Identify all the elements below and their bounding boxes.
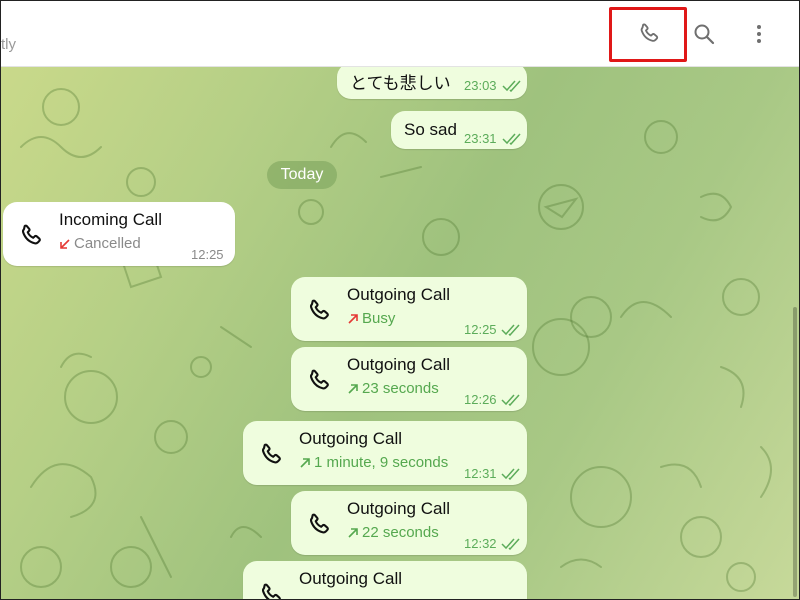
call-title: Outgoing Call: [299, 429, 403, 448]
phone-icon[interactable]: [305, 511, 333, 539]
call-status: Cancelled: [59, 235, 141, 252]
call-status-text: 1 minute, 9 seconds: [314, 454, 449, 471]
chat-window: tly とても悲しい 23:03 So sad 23:31 Today Inco…: [0, 0, 800, 600]
call-status-text: Busy: [362, 310, 396, 327]
chat-area[interactable]: とても悲しい 23:03 So sad 23:31 Today Incoming…: [1, 67, 799, 599]
phone-icon[interactable]: [257, 581, 285, 599]
call-bubble-outgoing[interactable]: Outgoing Call Busy 12:25: [291, 277, 527, 341]
phone-icon: [640, 23, 659, 42]
call-bubble-outgoing[interactable]: Outgoing Call 23 seconds 12:26: [291, 347, 527, 411]
outgoing-arrow-icon: [348, 527, 358, 538]
call-bubble-outgoing[interactable]: Outgoing Call: [243, 561, 527, 599]
search-button[interactable]: [681, 11, 727, 57]
call-status-text: 23 seconds: [362, 380, 439, 397]
message-text: So sad: [404, 120, 457, 139]
call-status-text: Cancelled: [74, 235, 141, 252]
call-button[interactable]: [626, 11, 672, 57]
call-title: Outgoing Call: [347, 355, 451, 374]
message-text: とても悲しい: [350, 74, 451, 93]
missed-arrow-icon: [60, 238, 70, 249]
date-separator: Today: [267, 161, 337, 189]
double-check-icon: [502, 80, 521, 92]
call-status: Busy: [347, 310, 395, 327]
call-bubble-outgoing[interactable]: Outgoing Call 22 seconds 12:32: [291, 491, 527, 555]
call-title: Outgoing Call: [347, 499, 451, 518]
outgoing-arrow-icon: [300, 457, 310, 468]
double-check-icon: [501, 324, 520, 336]
chat-scrollbar[interactable]: [793, 307, 797, 597]
phone-icon[interactable]: [305, 297, 333, 325]
call-title: Incoming Call: [59, 210, 162, 229]
call-status-text: 22 seconds: [362, 524, 439, 541]
call-title: Outgoing Call: [299, 569, 403, 588]
more-button[interactable]: [736, 11, 782, 57]
phone-icon[interactable]: [17, 222, 45, 250]
search-icon: [694, 24, 715, 45]
call-time: 12:31: [464, 466, 497, 481]
message-time: 23:03: [464, 78, 497, 93]
outgoing-arrow-icon: [348, 383, 358, 394]
call-time: 12:25: [191, 247, 224, 262]
outgoing-failed-arrow-icon: [348, 313, 358, 324]
phone-icon[interactable]: [305, 367, 333, 395]
call-time: 12:26: [464, 392, 497, 407]
call-bubble-outgoing[interactable]: Outgoing Call 1 minute, 9 seconds 12:31: [243, 421, 527, 485]
call-time: 12:32: [464, 536, 497, 551]
last-seen-status: tly: [1, 36, 16, 53]
message-time: 23:31: [464, 131, 497, 146]
call-status: 23 seconds: [347, 380, 439, 397]
call-status: 22 seconds: [347, 524, 439, 541]
double-check-icon: [501, 468, 520, 480]
message-bubble[interactable]: とても悲しい 23:03: [337, 67, 527, 99]
double-check-icon: [501, 394, 520, 406]
more-vertical-icon: [757, 25, 761, 43]
call-time: 12:25: [464, 322, 497, 337]
message-bubble[interactable]: So sad 23:31: [391, 111, 527, 149]
chat-header: tly: [1, 1, 799, 67]
call-bubble-incoming[interactable]: Incoming Call Cancelled 12:25: [3, 202, 235, 266]
double-check-icon: [501, 538, 520, 550]
call-title: Outgoing Call: [347, 285, 451, 304]
call-status: 1 minute, 9 seconds: [299, 454, 448, 471]
double-check-icon: [502, 133, 521, 145]
phone-icon[interactable]: [257, 441, 285, 469]
